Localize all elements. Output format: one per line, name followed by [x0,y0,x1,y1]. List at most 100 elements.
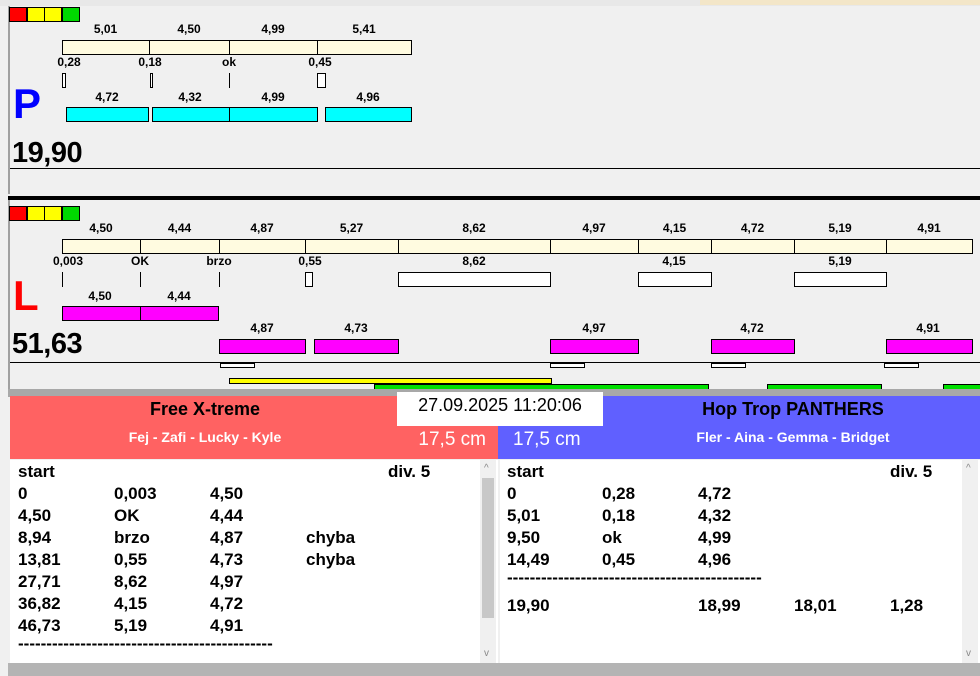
cell: div. 5 [890,462,933,481]
l-magenta-bar-label: 4,91 [916,321,940,335]
left-team-height: 17,5 cm [418,429,486,450]
cell: 1,28 [890,596,924,615]
bottom-total: 51,63 [12,328,83,360]
l-magenta-bar [550,339,639,354]
p-cyan-bar [325,107,412,122]
l-magenta-bar [711,339,795,354]
l-marker-tick [140,272,141,287]
cell: 4,32 [698,506,732,525]
p-marker-label: 0,18 [138,55,162,69]
l-segment-label: 8,62 [462,221,486,235]
cell: 4,72 [210,594,244,613]
cell: 4,15 [114,594,148,613]
status-square [26,206,45,221]
p-cyan-bar [152,107,230,122]
l-marker [638,272,712,287]
cell: 4,73 [210,550,244,569]
l-segment [398,239,551,254]
cell: 4,50 [18,506,52,525]
right-team-height: 17,5 cm [513,429,581,450]
top-baseline [10,168,980,169]
l-segment [219,239,306,254]
cell: 0,18 [602,506,636,525]
cell: 8,94 [18,528,52,547]
l-marker-label: brzo [206,254,232,268]
cell: start [18,462,55,481]
cell: 5,01 [507,506,541,525]
l-segment [550,239,639,254]
status-square [9,7,27,22]
l-segment-label: 4,91 [917,221,941,235]
status-square [44,206,62,221]
left-scroll-thumb[interactable] [482,478,494,618]
cell: OK [114,506,140,525]
right-scrollbar[interactable]: ^ v [962,460,978,663]
left-results-list[interactable]: ^ v start div. 5 0 0,003 4,50 4,50 OK 4,44 8,94 b… [10,460,498,663]
right-team-members: Fler - Aina - Gemma - Bridget [696,429,890,445]
l-segment-label: 4,97 [582,221,606,235]
p-segment [62,40,150,55]
p-marker-tick [229,73,230,88]
p-cyan-bar [66,107,149,122]
cell: 0,28 [602,484,636,503]
l-small-marker [711,363,746,368]
right-team-name: Hop Trop PANTHERS [702,399,884,419]
cell: 18,01 [794,596,837,615]
l-marker [305,272,313,287]
cell: 27,71 [18,572,61,591]
l-segment-label: 4,15 [662,221,687,235]
l-magenta-bar [314,339,399,354]
cell: 0 [507,484,517,503]
cell: ok [602,528,622,547]
status-square [9,206,27,221]
l-magenta-bar-label: 4,50 [88,289,112,303]
left-scrollbar[interactable]: ^ v [480,460,496,663]
l-magenta-bar-label: 4,72 [740,321,764,335]
l-marker-label: 0,003 [52,254,84,268]
top-total: 19,90 [12,137,83,169]
scroll-down-icon[interactable]: v [966,648,971,659]
scroll-down-icon[interactable]: v [484,648,489,659]
l-marker [794,272,887,287]
p-cyan-bar-label: 4,32 [178,90,202,104]
l-segment [886,239,973,254]
l-magenta-bar-label: 4,87 [250,321,274,335]
p-cyan-bar [229,107,318,122]
right-results-list[interactable]: ^ v start div. 5 0 0,28 4,72 5,01 0,18 4,32 9,50… [500,460,980,663]
l-marker-label: 4,15 [662,254,686,268]
cell: 0 [18,484,28,503]
cell: 0,45 [602,550,636,569]
l-segment-label: 4,72 [740,221,765,235]
cell: 19,90 [507,596,550,615]
cell: 13,81 [18,550,61,569]
l-small-marker [220,363,255,368]
status-square [61,7,80,22]
cell: div. 5 [388,462,431,481]
cell: brzo [114,528,150,547]
p-marker [62,73,66,88]
cell: 8,62 [114,572,148,591]
scroll-up-icon[interactable]: ^ [484,463,489,474]
l-marker [398,272,551,287]
l-magenta-bar-label: 4,44 [167,289,191,303]
cell: 4,50 [210,484,244,503]
cell: 4,72 [698,484,732,503]
l-marker-label: OK [131,254,149,268]
p-segment [149,40,230,55]
datetime: 27.09.2025 11:20:06 [397,392,603,426]
cell: 5,19 [114,616,148,635]
p-segment-label: 4,99 [261,22,285,36]
letter-p: P [13,80,42,127]
scroll-up-icon[interactable]: ^ [966,463,971,474]
l-segment [711,239,795,254]
cell: chyba [306,528,356,547]
l-marker-tick [62,272,63,287]
cell: 4,96 [698,550,732,569]
cell: 9,50 [507,528,541,547]
p-cyan-bar-label: 4,72 [95,90,119,104]
cell: 0,55 [114,550,148,569]
l-segment-label: 4,44 [167,221,192,235]
status-square [61,206,80,221]
top-panel [8,6,980,194]
bottom-baseline [10,362,980,363]
